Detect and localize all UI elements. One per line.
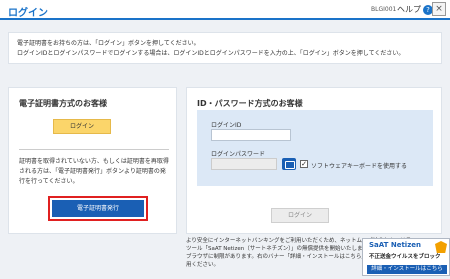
page-title: ログイン — [8, 8, 48, 19]
help-link[interactable]: ヘルプ? — [397, 4, 433, 15]
certificate-description: 証明書を取得されていない方、もしくは証明書を再取得される方は、「電子証明書発行」… — [19, 158, 169, 185]
id-password-login-card: ID・パスワード方式のお客様 ログインID ログインパスワード ✓ ソフトウェア… — [186, 87, 442, 234]
issue-certificate-button[interactable]: 電子証明書発行 — [52, 200, 144, 217]
issue-certificate-highlight: 電子証明書発行 — [48, 196, 148, 221]
banner-subtitle: 不正送金ウイルスをブロック — [369, 254, 441, 260]
software-keyboard-icon[interactable] — [282, 158, 296, 170]
banner-brand: SaAT Netizen — [369, 241, 422, 249]
screen-code: BLGI001 — [371, 6, 397, 13]
certificate-login-card: 電子証明書方式のお客様 ログイン 証明書を取得されていない方、もしくは証明書を再… — [8, 87, 177, 234]
help-label: ヘルプ — [397, 5, 421, 14]
info-line-2: ログインIDとログインパスワードでログインする場合は、ログインIDとログインパス… — [17, 50, 405, 57]
id-password-heading: ID・パスワード方式のお客様 — [197, 99, 303, 108]
id-login-button[interactable]: ログイン — [271, 208, 329, 223]
certificate-heading: 電子証明書方式のお客様 — [19, 99, 107, 108]
page-header: ログイン BLGI001 ヘルプ? × — [0, 0, 450, 20]
info-line-1: 電子証明書をお持ちの方は、「ログイン」ボタンを押してください。 — [17, 40, 200, 47]
software-keyboard-label: ソフトウェアキーボードを使用する — [311, 163, 408, 170]
login-id-label: ログインID — [211, 122, 242, 129]
certificate-login-button[interactable]: ログイン — [53, 119, 111, 134]
software-keyboard-checkbox[interactable]: ✓ — [300, 160, 308, 168]
divider — [19, 149, 169, 150]
info-panel: 電子証明書をお持ちの方は、「ログイン」ボタンを押してください。 ログインIDとロ… — [8, 32, 442, 64]
login-id-field[interactable] — [211, 129, 291, 141]
saat-netizen-banner[interactable]: SaAT Netizen 不正送金ウイルスをブロック 詳細・インストールはこちら — [362, 238, 450, 276]
close-icon[interactable]: × — [432, 2, 446, 16]
banner-install-link[interactable]: 詳細・インストールはこちら — [367, 265, 447, 274]
login-password-label: ログインパスワード — [211, 151, 266, 158]
credentials-panel: ログインID ログインパスワード ✓ ソフトウェアキーボードを使用する — [197, 110, 433, 186]
login-password-field[interactable] — [211, 158, 277, 170]
